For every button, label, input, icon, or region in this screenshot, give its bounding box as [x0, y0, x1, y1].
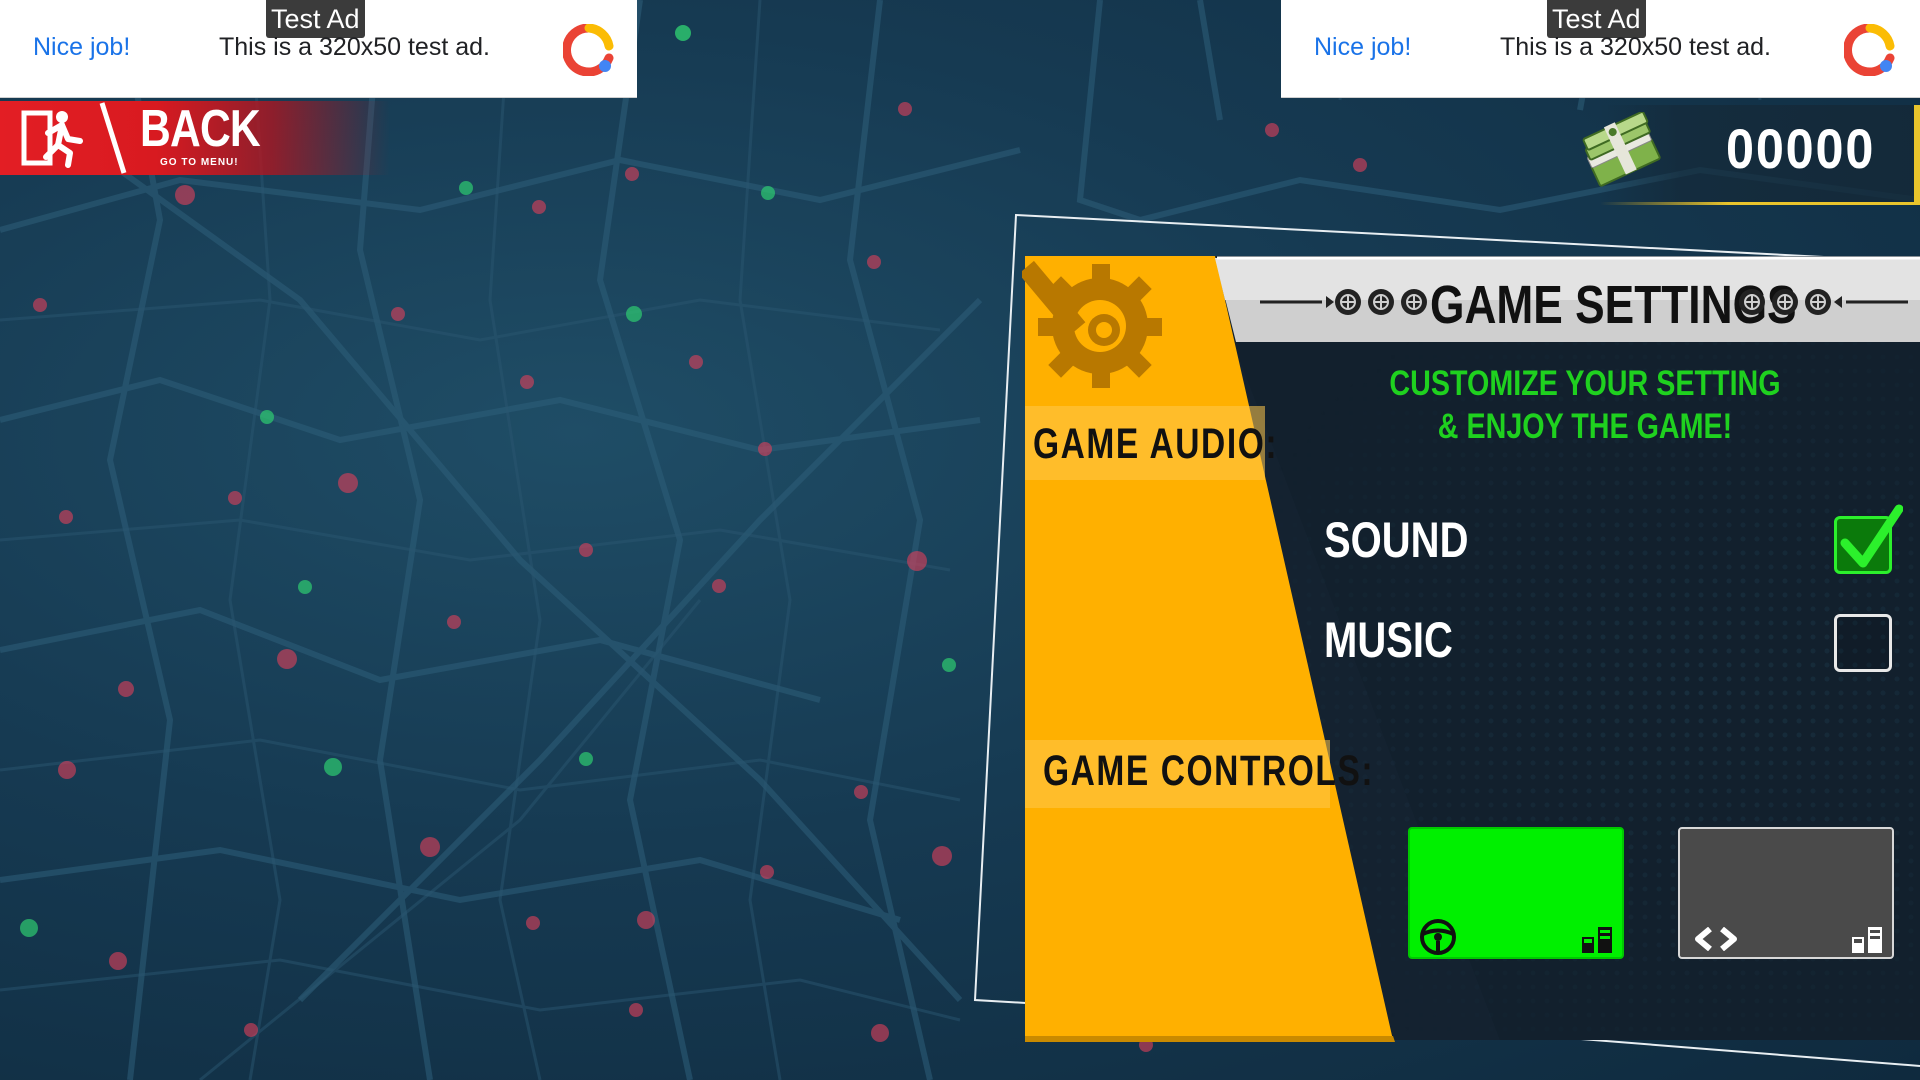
control-option-steering[interactable]: [1408, 827, 1624, 959]
tire-icon: [1739, 289, 1908, 315]
game-screen: Test Ad Nice job! This is a 320x50 test …: [0, 0, 1920, 1080]
settings-panel: [1025, 256, 1920, 1042]
sound-checkbox[interactable]: [1834, 504, 1903, 574]
checkmark-icon: [1840, 504, 1903, 568]
wrench-gear-icon: [1022, 260, 1162, 388]
left-right-arrows-icon: [1695, 927, 1737, 951]
pedals-icon: [1582, 927, 1612, 953]
game-controls-label: GAME CONTROLS:: [1043, 747, 1375, 795]
steering-wheel-icon: [1420, 919, 1456, 955]
control-option-arrows[interactable]: [1678, 827, 1894, 959]
game-audio-label: GAME AUDIO:: [1033, 420, 1279, 468]
sound-label: SOUND: [1324, 512, 1469, 568]
pedals-icon: [1852, 927, 1882, 953]
music-checkbox[interactable]: [1834, 614, 1892, 672]
music-label: MUSIC: [1324, 612, 1453, 668]
tire-icon: [1260, 289, 1427, 315]
settings-subtitle: CUSTOMIZE YOUR SETTING & ENJOY THE GAME!: [1389, 364, 1781, 446]
